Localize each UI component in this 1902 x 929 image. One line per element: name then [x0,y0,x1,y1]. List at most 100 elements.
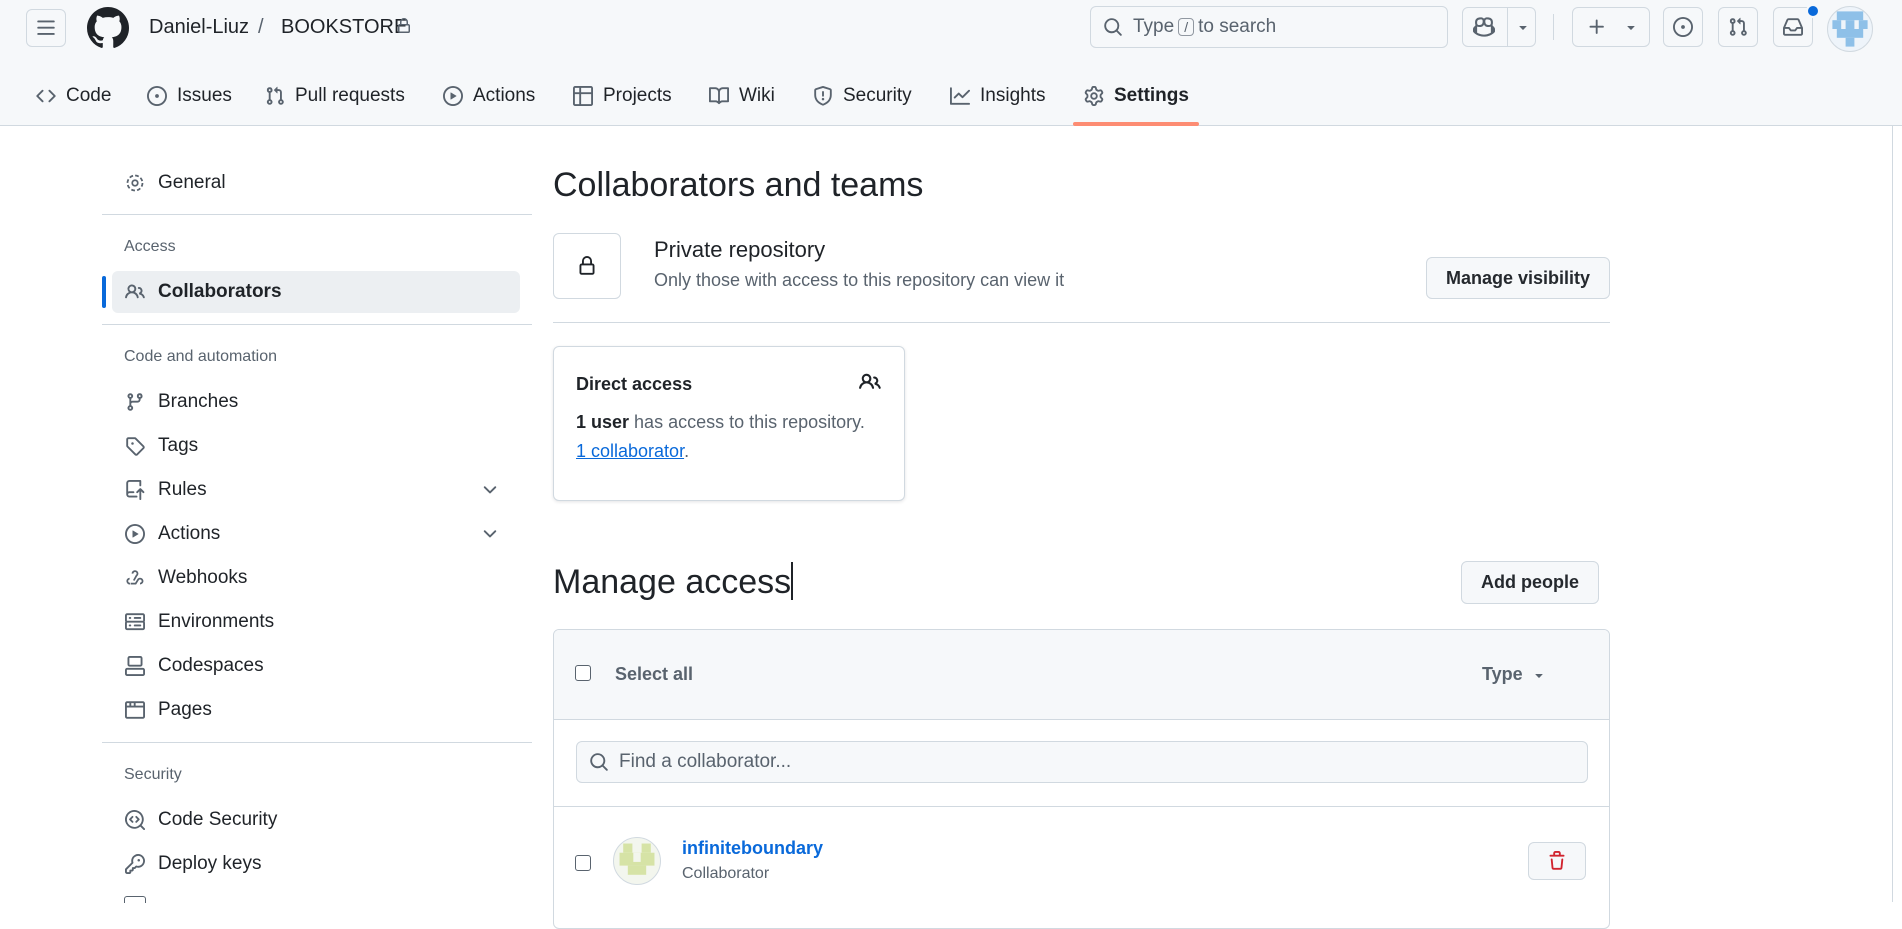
sidebar-item-codespaces[interactable]: Codespaces [112,645,520,687]
menu-button[interactable] [26,9,66,47]
sidebar-item-general[interactable]: General [112,162,520,204]
code-icon [36,89,56,103]
repo-tabs: Code Issues Pull requests Actions Projec… [0,66,1902,126]
table-header: Select all Type [554,630,1609,720]
create-new-button[interactable] [1572,7,1650,47]
trash-icon [1549,851,1565,870]
hamburger-icon [37,20,55,35]
sidebar-item-actions[interactable]: Actions [112,513,520,555]
search-icon [590,753,608,771]
select-all-checkbox[interactable] [575,665,591,681]
owner-link[interactable]: Daniel-Liuz [149,16,249,39]
text-cursor [791,562,793,600]
chevron-down-icon[interactable] [480,480,500,500]
sidebar-item-branches[interactable]: Branches [112,381,520,423]
codescan-icon [125,810,145,830]
play-icon [443,86,463,106]
collaborators-table: Select all Type Find a collaborator... i… [553,629,1610,929]
tab-issues[interactable]: Issues [147,66,232,126]
gear-icon [1084,86,1104,106]
sidebar-item-label: Branches [158,391,239,412]
copilot-button[interactable] [1462,7,1536,47]
scrollbar-track[interactable] [1892,126,1893,902]
gear-icon [126,174,144,192]
split-divider [1507,8,1508,46]
search-icon [1104,18,1122,36]
avatar[interactable] [613,837,661,885]
sidebar-item-tags[interactable]: Tags [112,425,520,467]
type-filter-dropdown[interactable]: Type [1482,664,1547,685]
triangle-down-icon [1535,673,1543,678]
tab-label: Pull requests [295,85,405,106]
direct-access-text: 1 user has access to this repository. [576,412,865,433]
manage-visibility-button[interactable]: Manage visibility [1426,257,1610,299]
direct-access-card: Direct access 1 user has access to this … [553,346,905,501]
tab-label: Projects [603,85,672,106]
search-shortcut-key: / [1178,18,1195,36]
server-icon [125,613,145,631]
triangle-down-icon[interactable] [1515,19,1531,35]
tab-pull-requests[interactable]: Pull requests [265,66,405,126]
git-pull-request-icon [1729,17,1747,36]
tab-actions[interactable]: Actions [443,66,535,126]
sidebar-item-environments[interactable]: Environments [112,601,520,643]
add-people-button[interactable]: Add people [1461,561,1599,604]
sidebar-item-collaborators[interactable]: Collaborators [112,271,520,313]
issues-button[interactable] [1663,7,1703,47]
repo-link[interactable]: BOOKSTORE [281,16,407,39]
play-icon [125,524,145,544]
active-tab-indicator [1073,122,1199,126]
tab-projects[interactable]: Projects [573,66,672,126]
notification-dot [1806,4,1820,18]
tab-wiki[interactable]: Wiki [709,66,775,126]
browser-icon [125,701,145,719]
webhook-icon [126,570,144,585]
user-avatar[interactable] [1827,6,1873,52]
pull-requests-button[interactable] [1718,7,1758,47]
sidebar-item-webhooks[interactable]: Webhooks [112,557,520,599]
remove-collaborator-button[interactable] [1528,842,1586,880]
sidebar-item-code-security[interactable]: Code Security [112,799,520,841]
private-lock-box [553,233,621,299]
table-icon [573,86,593,106]
sidebar-item-pages[interactable]: Pages [112,689,520,731]
sidebar-heading-code-automation: Code and automation [124,348,277,365]
search-input[interactable]: Type / to search [1090,6,1448,48]
sidebar-heading-access: Access [124,238,176,255]
collaborator-role: Collaborator [682,865,770,882]
find-collaborator-input[interactable]: Find a collaborator... [576,741,1588,783]
tab-label: Wiki [739,85,775,106]
sidebar-item-rules[interactable]: Rules [112,469,520,511]
people-icon [125,284,145,299]
sidebar-item-label: Code Security [158,809,278,830]
select-all-label: Select all [615,664,694,684]
people-icon [859,373,881,389]
graph-icon [950,87,970,105]
tab-code[interactable]: Code [36,66,111,126]
collaborator-name-link[interactable]: infiniteboundary [682,838,823,859]
chevron-down-icon[interactable] [480,524,500,544]
row-checkbox[interactable] [575,855,591,871]
tab-insights[interactable]: Insights [950,66,1045,126]
identicon-icon [619,843,655,875]
sidebar-item-deploy-keys[interactable]: Deploy keys [112,843,520,885]
tab-settings[interactable]: Settings [1084,66,1189,126]
tab-label: Actions [473,85,536,106]
book-icon [709,87,729,105]
tag-icon [126,437,145,456]
collaborator-count-link[interactable]: 1 collaborator [576,441,684,461]
tab-security[interactable]: Security [813,66,912,126]
issue-opened-icon [1673,17,1693,37]
manage-access-title-text: Manage access [553,563,792,601]
sidebar-item-label: Actions [158,523,221,544]
identicon-icon [1832,11,1868,47]
direct-access-title: Direct access [576,374,693,394]
github-logo-icon[interactable] [87,7,129,49]
issue-opened-icon [147,86,167,106]
tab-label: Security [843,85,912,106]
tab-label: Insights [980,85,1046,106]
sidebar-item-label: Webhooks [158,567,248,588]
find-placeholder: Find a collaborator... [619,751,792,772]
repo-header: Daniel-Liuz / BOOKSTORE Type / to search [0,0,1902,126]
lock-icon [579,256,595,275]
